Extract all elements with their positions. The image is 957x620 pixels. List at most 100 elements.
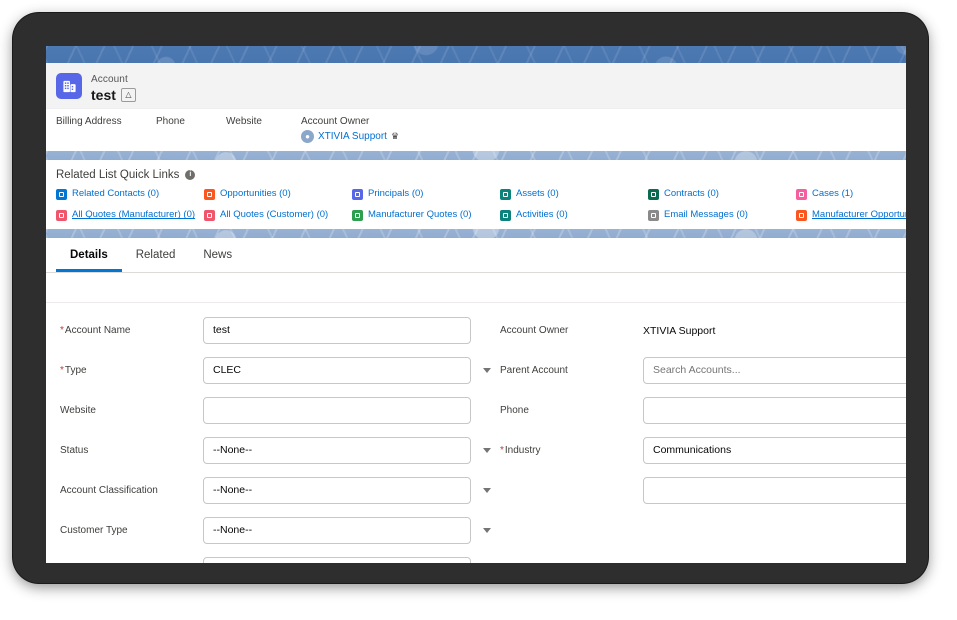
- follow-icon[interactable]: ♛: [391, 131, 399, 142]
- quick-link-label: All Quotes (Customer) (0): [220, 209, 329, 221]
- activities-icon: [500, 210, 511, 222]
- field-row-status: Status --None--: [60, 435, 500, 465]
- chevron-down-icon: [483, 367, 491, 373]
- manufacturer-opportunities-icon: [796, 210, 807, 222]
- highlight-field-billing-address: Billing Address: [56, 116, 156, 143]
- principals-icon: [352, 189, 363, 201]
- theme-band-separator: [46, 151, 906, 161]
- manufacturer-quotes-icon: [352, 210, 363, 222]
- quick-link-principals[interactable]: Principals (0): [352, 188, 500, 201]
- record-highlights-panel: Account test △ Billing Address Phone Web…: [46, 63, 906, 152]
- hierarchy-icon[interactable]: △: [120, 88, 136, 103]
- site-location-select[interactable]: --None--: [203, 556, 471, 563]
- contracts-icon: [648, 189, 659, 201]
- quick-link-all-quotes-customer[interactable]: All Quotes (Customer) (0): [204, 209, 352, 222]
- account-object-icon: [56, 73, 82, 100]
- info-icon[interactable]: i: [185, 170, 196, 181]
- avatar: ●: [301, 130, 314, 144]
- quick-link-related-contacts[interactable]: Related Contacts (0): [56, 188, 204, 201]
- quick-link-label: All Quotes (Manufacturer) (0): [72, 209, 196, 221]
- tab-details[interactable]: Details: [56, 238, 122, 273]
- account-owner-value: XTIVIA Support: [643, 325, 716, 338]
- field-row-site-location: Site Location --None--: [60, 555, 500, 563]
- quick-link-label: Contracts (0): [664, 188, 719, 200]
- quick-link-activities[interactable]: Activities (0): [500, 209, 648, 222]
- chevron-down-icon: [483, 447, 491, 453]
- form-column-left: *Account Name test *Type CLEC Website St…: [60, 315, 500, 563]
- quick-link-assets[interactable]: Assets (0): [500, 188, 648, 201]
- field-label-parent-account: Parent Account: [500, 364, 568, 376]
- required-star: *: [60, 364, 64, 376]
- highlight-field-website: Website: [226, 116, 301, 143]
- field-row-phone: Phone: [500, 395, 906, 425]
- field-label-phone: Phone: [500, 404, 529, 416]
- required-information-note: * = Required Information: [46, 273, 906, 302]
- field-label-account-classification: Account Classification: [60, 484, 158, 496]
- field-label-industry: *Industry: [500, 444, 541, 456]
- highlight-label: Phone: [156, 116, 185, 128]
- field-label-customer-type: Customer Type: [60, 524, 128, 536]
- status-select[interactable]: --None--: [203, 436, 471, 464]
- details-form-card: * = Required Information *Account Name t…: [46, 273, 906, 563]
- field-label-account-name: *Account Name: [60, 324, 131, 336]
- phone-input[interactable]: [643, 396, 906, 424]
- field-label-type: *Type: [60, 364, 87, 376]
- quick-links-header: Related List Quick Links i: [56, 169, 906, 181]
- type-select[interactable]: CLEC: [203, 356, 471, 384]
- record-name-row: test △: [91, 88, 136, 103]
- account-classification-select[interactable]: --None--: [203, 476, 471, 504]
- related-list-quick-links-card: Related List Quick Links i Related Conta…: [46, 160, 906, 230]
- field-row-customer-type: Customer Type --None--: [60, 515, 500, 545]
- account-name-input[interactable]: test: [203, 316, 471, 344]
- quick-link-label: Email Messages (0): [664, 209, 748, 221]
- field-label-website: Website: [60, 404, 96, 416]
- field-row-account-name: *Account Name test: [60, 315, 500, 345]
- highlight-field-account-owner: Account Owner ● XTIVIA Support ♛: [301, 116, 399, 144]
- quick-link-label: Related Contacts (0): [72, 188, 160, 200]
- screen: Account test △ Billing Address Phone Web…: [46, 46, 906, 563]
- required-star: *: [60, 324, 64, 336]
- highlight-fields: Billing Address Phone Website Account Ow…: [46, 108, 906, 152]
- parent-account-lookup-input[interactable]: [643, 356, 906, 384]
- chevron-down-icon: [483, 527, 491, 533]
- theme-band-mid: [46, 229, 906, 239]
- industry-select[interactable]: Communications: [643, 436, 906, 464]
- email-messages-icon: [648, 210, 659, 222]
- quick-link-opportunities[interactable]: Opportunities (0): [204, 188, 352, 201]
- cases-icon: [796, 189, 807, 201]
- field-row-account-classification: Account Classification --None--: [60, 475, 500, 505]
- theme-band-top: [46, 46, 906, 63]
- account-owner-link[interactable]: XTIVIA Support: [318, 131, 387, 142]
- all-quotes-manufacturer-icon: [56, 210, 67, 222]
- assets-icon: [500, 189, 511, 201]
- record-header: Account test △: [46, 63, 906, 109]
- quick-link-all-quotes-manufacturer[interactable]: All Quotes (Manufacturer) (0): [56, 209, 204, 222]
- highlight-label: Account Owner: [301, 116, 370, 128]
- field-row-website: Website: [60, 395, 500, 425]
- field-row-parent-account: Parent Account: [500, 355, 906, 385]
- unlabeled-input[interactable]: [643, 476, 906, 504]
- quick-link-cases[interactable]: Cases (1): [796, 188, 906, 201]
- quick-link-label: Cases (1): [812, 188, 854, 200]
- quick-link-manufacturer-opportunities[interactable]: Manufacturer Opportunities (0): [796, 209, 906, 222]
- quick-link-manufacturer-quotes[interactable]: Manufacturer Quotes (0): [352, 209, 500, 222]
- website-input[interactable]: [203, 396, 471, 424]
- chevron-down-icon: [483, 487, 491, 493]
- tab-news[interactable]: News: [189, 238, 246, 272]
- field-label-account-owner: Account Owner: [500, 324, 569, 336]
- opportunities-icon: [204, 189, 215, 201]
- quick-link-label: Manufacturer Opportunities (0): [812, 209, 906, 221]
- all-quotes-customer-icon: [204, 210, 215, 222]
- field-row-industry: *Industry Communications: [500, 435, 906, 465]
- customer-type-select[interactable]: --None--: [203, 516, 471, 544]
- quick-links-grid: Related Contacts (0) Opportunities (0) P…: [56, 188, 906, 222]
- field-row-type: *Type CLEC: [60, 355, 500, 385]
- device-bezel: Account test △ Billing Address Phone Web…: [13, 13, 928, 583]
- related-contacts-icon: [56, 189, 67, 201]
- quick-link-contracts[interactable]: Contracts (0): [648, 188, 796, 201]
- highlight-field-phone: Phone: [156, 116, 226, 143]
- tab-related[interactable]: Related: [122, 238, 190, 272]
- quick-link-email-messages[interactable]: Email Messages (0): [648, 209, 796, 222]
- owner-value: ● XTIVIA Support ♛: [301, 130, 399, 144]
- quick-link-label: Assets (0): [516, 188, 559, 200]
